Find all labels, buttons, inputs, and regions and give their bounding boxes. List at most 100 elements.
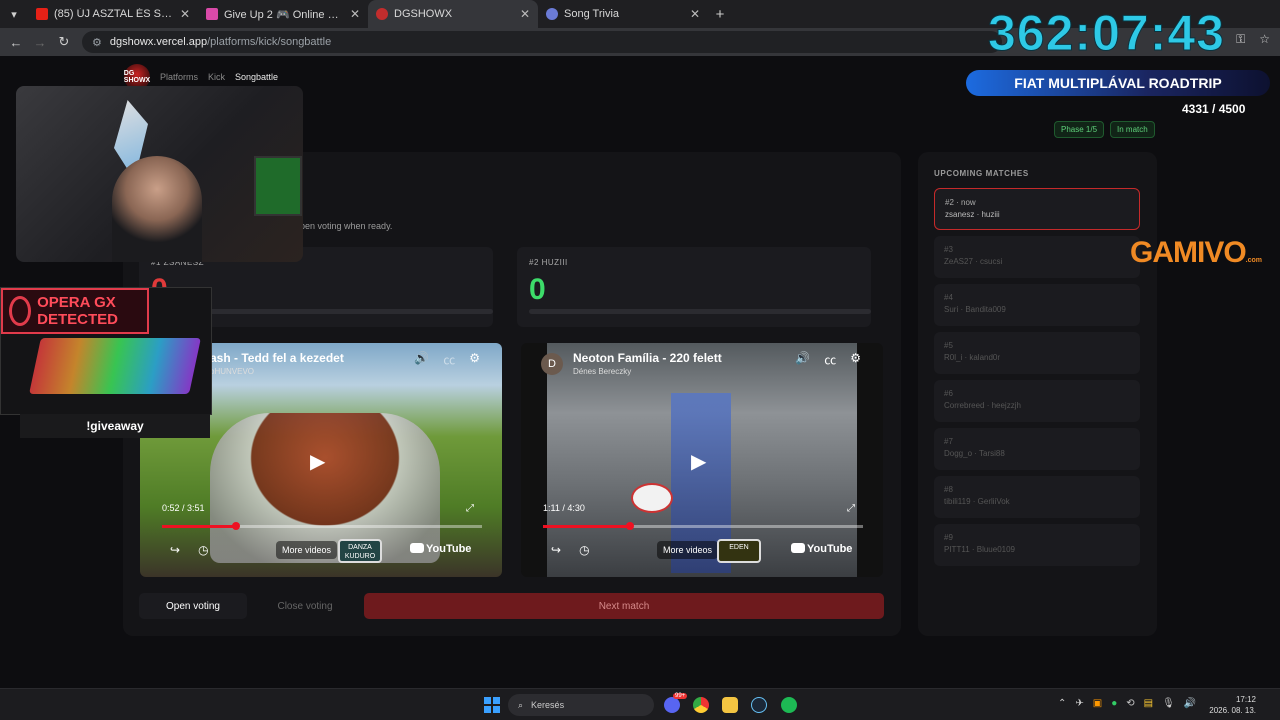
match-item[interactable]: #4 Suri · Bandita009: [934, 284, 1140, 326]
tab-search-chevron-icon[interactable]: ▾: [0, 0, 28, 28]
subathon-timer: 362:07:43: [988, 5, 1225, 62]
spotify-icon[interactable]: [781, 697, 797, 713]
tab-2[interactable]: Give Up 2 🎮 Online Game | Gam ✕: [198, 0, 368, 28]
toolbar-actions: ⚿ ☆: [1236, 32, 1270, 47]
tab-1[interactable]: (85) ÚJ ASZTAL ÉS SZÉK ÖSSZEÁLLÍTÁS ✕: [28, 0, 198, 28]
file-explorer-icon[interactable]: [722, 697, 738, 713]
green-monitor: [254, 156, 302, 216]
more-videos-thumbnail[interactable]: DANZA KUDURO: [338, 539, 382, 563]
site-info-icon[interactable]: ⚙: [92, 36, 102, 49]
tab-4[interactable]: Song Trivia ✕: [538, 0, 708, 28]
streamer-figure: [112, 156, 202, 262]
settings-gear-icon[interactable]: ⚙: [850, 351, 861, 368]
tray-app-icon[interactable]: ✈: [1075, 698, 1083, 709]
close-tab-icon[interactable]: ✕: [350, 7, 360, 21]
match-number: #5: [944, 341, 953, 350]
match-number: #6: [944, 389, 953, 398]
more-videos-thumbnail[interactable]: EDEN: [717, 539, 761, 563]
play-icon[interactable]: ▶: [310, 449, 325, 474]
match-item[interactable]: #3 ZeAS27 · csucsi: [934, 236, 1140, 278]
video-title[interactable]: Neoton Família - 220 felett: [573, 351, 722, 365]
channel-avatar[interactable]: D: [541, 353, 563, 375]
video-player-2[interactable]: D Neoton Família - 220 felett Dénes Bere…: [521, 343, 883, 577]
video-channel[interactable]: bHUNVEVO: [210, 367, 254, 376]
close-tab-icon[interactable]: ✕: [690, 7, 700, 21]
vote-bar: [529, 309, 871, 314]
close-voting-button[interactable]: Close voting: [251, 593, 359, 619]
volume-icon[interactable]: 🔊: [1184, 698, 1196, 709]
youtube-logo[interactable]: YouTube: [410, 543, 471, 555]
address-bar[interactable]: ⚙ dgshowx.vercel.app/platforms/kick/song…: [82, 31, 1002, 53]
more-videos-button[interactable]: More videos: [657, 541, 719, 559]
next-match-button[interactable]: Next match: [364, 593, 884, 619]
close-tab-icon[interactable]: ✕: [180, 7, 190, 21]
volume-icon[interactable]: 🔊: [795, 351, 810, 368]
match-item[interactable]: #9 PITT11 · Bluue0109: [934, 524, 1140, 566]
match-item[interactable]: #5 R0l_i · kaland0r: [934, 332, 1140, 374]
share-icon[interactable]: ↪: [551, 543, 561, 557]
video-channel[interactable]: Dénes Bereczky: [573, 367, 631, 376]
match-players: Dogg_o · Tarsi88: [944, 449, 1005, 458]
forward-arrow-icon[interactable]: →: [28, 35, 52, 50]
tray-app-icon[interactable]: ▤: [1144, 698, 1153, 709]
video-top-controls: 🔊 ㏄ ⚙: [795, 351, 861, 368]
youtube-play-icon: [410, 543, 424, 553]
match-players: zsanesz · huziii: [945, 210, 1000, 219]
opera-gx-overlay: OPERA GX DETECTED: [0, 287, 212, 415]
tray-app-icon[interactable]: ▣: [1093, 698, 1102, 709]
webcam-overlay: [16, 86, 303, 262]
captions-icon[interactable]: ㏄: [824, 351, 836, 368]
video-progress[interactable]: [543, 522, 863, 530]
breadcrumb-kick[interactable]: Kick: [208, 72, 225, 82]
watch-later-clock-icon[interactable]: ◷: [579, 543, 589, 557]
reload-icon[interactable]: ↻: [52, 34, 76, 50]
search-icon: ⌕: [518, 699, 524, 710]
youtube-logo[interactable]: YouTube: [791, 543, 852, 555]
video-title[interactable]: ash - Tedd fel a kezedet: [210, 351, 344, 365]
open-voting-button[interactable]: Open voting: [139, 593, 247, 619]
match-number: #9: [944, 533, 953, 542]
fullscreen-icon[interactable]: ⤢: [847, 503, 855, 514]
share-icon[interactable]: ↪: [170, 543, 180, 557]
video-top-controls: 🔊 ㏄ ⚙: [414, 351, 480, 368]
watch-later-clock-icon[interactable]: ◷: [198, 543, 208, 557]
match-item[interactable]: #6 Correbreed · heejzzjh: [934, 380, 1140, 422]
sponsor-logo: GAMIVO.com: [1130, 236, 1263, 269]
progress-knob[interactable]: [232, 522, 240, 530]
settings-gear-icon[interactable]: ⚙: [469, 351, 480, 368]
chrome-icon[interactable]: [693, 697, 709, 713]
breadcrumb-platforms[interactable]: Platforms: [160, 72, 198, 82]
progress-knob[interactable]: [626, 522, 634, 530]
windows-start-icon[interactable]: [484, 697, 500, 713]
more-videos-button[interactable]: More videos: [276, 541, 338, 559]
new-tab-plus-icon[interactable]: +: [708, 6, 732, 23]
discord-icon[interactable]: [664, 697, 680, 713]
tab-3[interactable]: DGSHOWX ✕: [368, 0, 538, 28]
rally-plate: [631, 483, 673, 513]
microphone-icon[interactable]: 🎙: [1162, 698, 1175, 709]
steam-icon[interactable]: [751, 697, 767, 713]
volume-icon[interactable]: 🔊: [414, 351, 429, 368]
fullscreen-icon[interactable]: ⤢: [466, 503, 474, 514]
close-tab-icon[interactable]: ✕: [520, 7, 530, 21]
match-number: #4: [944, 293, 953, 302]
tab-title: (85) ÚJ ASZTAL ÉS SZÉK ÖSSZEÁLLÍTÁS: [54, 8, 174, 20]
back-arrow-icon[interactable]: ←: [4, 35, 28, 50]
tray-app-icon[interactable]: ⟲: [1126, 698, 1134, 709]
tab-title: Give Up 2 🎮 Online Game | Gam: [224, 8, 344, 21]
match-item[interactable]: #8 tibili119 · GerliiVok: [934, 476, 1140, 518]
match-item[interactable]: #7 Dogg_o · Tarsi88: [934, 428, 1140, 470]
taskbar-search[interactable]: ⌕ Keresés: [508, 694, 654, 716]
match-state-badge: In match: [1110, 121, 1155, 138]
captions-icon[interactable]: ㏄: [443, 351, 455, 368]
clock-date: 2026. 08. 13.: [1209, 706, 1256, 715]
phase-badge: Phase 1/5: [1054, 121, 1105, 138]
password-key-icon[interactable]: ⚿: [1236, 32, 1245, 47]
bookmark-star-icon[interactable]: ☆: [1259, 32, 1270, 47]
tray-chevron-icon[interactable]: ⌃: [1058, 698, 1066, 709]
taskbar-clock[interactable]: 17:12 2026. 08. 13.: [1209, 694, 1256, 716]
tray-app-icon[interactable]: ●: [1111, 698, 1117, 709]
match-item[interactable]: #2 · now zsanesz · huziii: [934, 188, 1140, 230]
play-icon[interactable]: ▶: [691, 449, 706, 474]
video-progress[interactable]: [162, 522, 482, 530]
